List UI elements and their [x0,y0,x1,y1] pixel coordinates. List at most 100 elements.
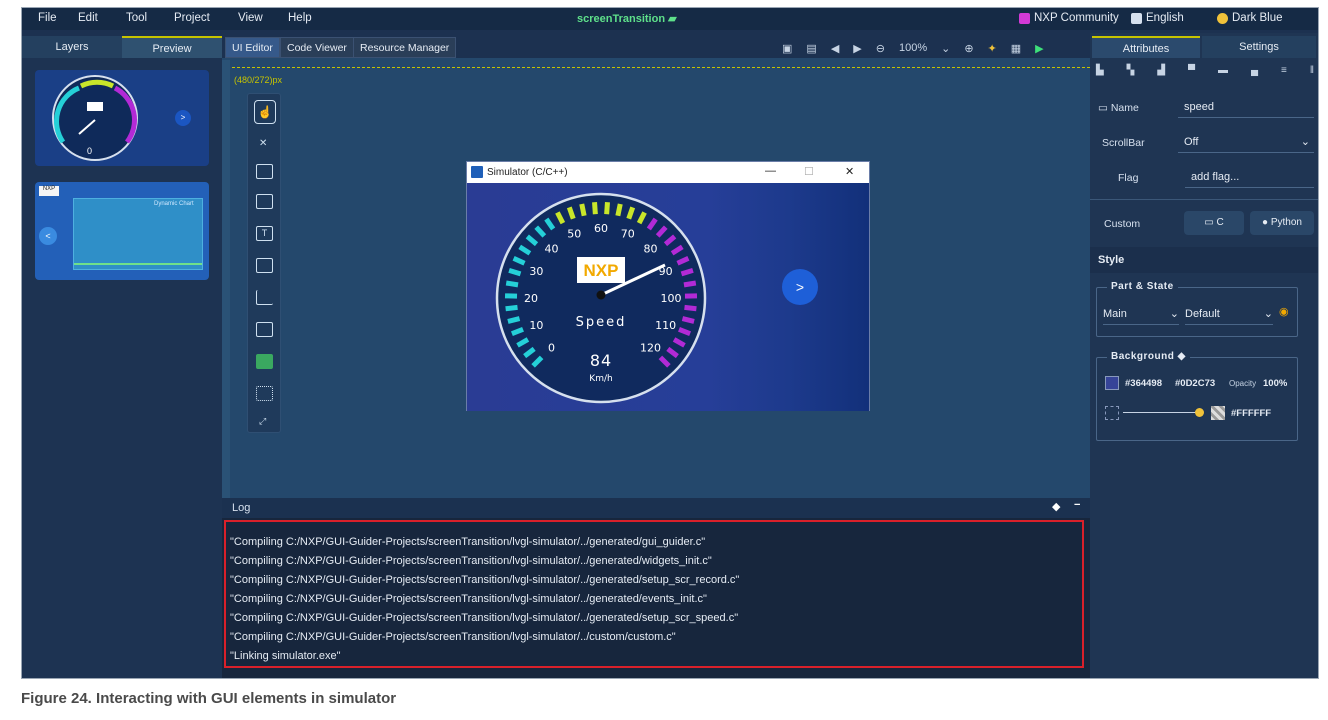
log-header: Log ◆ − [222,498,1090,518]
expand-icon[interactable]: ⤢ [259,416,266,427]
python-icon: ● [1262,217,1269,228]
gauge-segment [680,267,694,277]
gauge-segment [681,316,695,324]
align-center-icon[interactable]: ▚ [1127,65,1135,79]
eraser-icon[interactable]: ◆ [1052,500,1060,513]
minimize-button[interactable]: — [765,165,776,177]
custom-label: Custom [1104,218,1141,230]
generate-code-icon[interactable]: ▦ [1011,42,1021,55]
tab-layers[interactable]: Layers [22,36,122,58]
tab-attributes[interactable]: Attributes [1092,36,1200,58]
custom-python-button[interactable]: ● Python [1250,211,1314,235]
select-hand-icon[interactable]: ☝ [254,100,276,124]
simulator-window: Simulator (C/C++) — ☐ ✕ 0 10 20 30 40 50 60 70 8… [466,161,870,411]
align-top-icon[interactable]: ▀ [1188,65,1195,79]
name-input[interactable]: speed [1178,96,1314,118]
run-icon[interactable]: ▶ [1035,42,1043,55]
gradient-slider-track[interactable] [1123,412,1197,413]
tab-settings[interactable]: Settings [1202,36,1316,58]
simulator-app-icon [471,166,483,178]
eye-icon[interactable]: ◉ [1279,305,1289,318]
gauge-segment [579,203,587,217]
bg-color-swatch[interactable] [1105,376,1119,390]
background-title: Background ◆ [1107,351,1190,362]
zoom-level[interactable]: 100% [899,42,927,54]
line-widget-icon[interactable] [256,354,273,369]
align-middle-icon[interactable]: ▬ [1218,65,1228,79]
gauge-tick-label: 50 [567,227,581,240]
nxp-community-link[interactable]: NXP Community [1019,12,1119,24]
menu-view[interactable]: View [238,12,263,24]
tab-resource-manager[interactable]: Resource Manager [353,37,457,58]
align-right-icon[interactable]: ▟ [1157,65,1165,79]
gauge-tick-label: 60 [594,222,608,235]
language-selector[interactable]: English [1131,12,1184,24]
tab-code-viewer[interactable]: Code Viewer [280,37,354,58]
gauge-segment [615,203,623,217]
scrollbar-label: ScrollBar [1102,137,1145,149]
custom-c-button[interactable]: ▭ C [1184,211,1244,235]
screen-thumbnail-speed[interactable]: 0 > [35,70,209,166]
gradient-end-swatch[interactable] [1211,406,1225,420]
maximize-button[interactable]: ☐ [804,165,814,178]
language-icon [1131,12,1142,24]
button-widget-icon[interactable] [256,164,273,179]
nxp-logo: NXP [584,261,619,280]
gauge-tick-label: 30 [529,265,543,278]
zoom-out-icon[interactable]: ⊖ [876,42,885,55]
chart-widget-icon[interactable] [256,290,273,305]
menu-project[interactable]: Project [174,12,210,24]
gradient-slider-handle[interactable] [1195,408,1204,417]
gauge-segment [505,304,518,312]
distribute-h-icon[interactable]: ‖ [1310,65,1314,79]
theme-selector[interactable]: Dark Blue [1217,12,1283,24]
imgbtn-widget-icon[interactable] [256,194,273,209]
simulator-screen[interactable]: 0 10 20 30 40 50 60 70 80 90 100 110 120 NXP Speed 8… [467,183,869,411]
distribute-v-icon[interactable]: ≡ [1281,65,1287,79]
menu-file[interactable]: File [38,12,57,24]
qrcode-widget-icon[interactable] [256,386,273,401]
chevron-down-icon[interactable]: ⌄ [941,42,950,55]
redo-icon[interactable]: ▶ [853,42,861,55]
clean-icon[interactable]: ✦ [988,42,997,55]
bring-front-icon[interactable]: ▣ [782,42,792,55]
menu-help[interactable]: Help [288,12,312,24]
gauge-segment [507,316,521,324]
tab-ui-editor[interactable]: UI Editor [225,37,280,58]
menu-edit[interactable]: Edit [78,12,98,24]
next-screen-button[interactable]: > [782,269,818,305]
state-select[interactable]: Default ⌄ [1185,303,1273,325]
textarea-widget-icon[interactable] [256,258,273,273]
background-section: Background ◆ #364498 #0D2C73 Opacity 100… [1096,351,1298,441]
bg-color2: #0D2C73 [1175,378,1216,389]
collapse-icon[interactable]: ✕ [259,138,267,149]
menu-tool[interactable]: Tool [126,12,147,24]
nxp-logo-thumb: NXP [39,186,59,196]
part-select[interactable]: Main ⌄ [1103,303,1179,325]
attributes-panel: Attributes Settings ▙ ▚ ▟ ▀ ▬ ▄ ≡ ‖ ▭ Na… [1090,33,1318,678]
label-widget-icon[interactable]: T [256,226,273,241]
widget-toolbox: ☝ ✕ T ⤢ [247,93,281,433]
simulator-title: Simulator (C/C++) [487,167,568,178]
close-button[interactable]: ✕ [845,165,854,178]
screen-thumbnail-record[interactable]: NXP Dynamic Chart < [35,182,209,280]
tab-preview[interactable]: Preview [122,36,222,58]
image-widget-icon[interactable] [256,322,273,337]
zoom-in-icon[interactable]: ⊕ [964,42,973,55]
gauge-tick-label: 120 [640,341,661,354]
send-back-icon[interactable]: ▤ [806,42,816,55]
speed-gauge[interactable]: 01020304050 60 708090100110120 NXP Speed 8… [495,183,725,411]
align-left-icon[interactable]: ▙ [1096,65,1104,79]
gauge-thumbnail [52,75,138,161]
gauge-segment [592,202,598,215]
gradient-start-swatch[interactable] [1105,406,1119,420]
scrollbar-select[interactable]: Off ⌄ [1178,131,1314,153]
undo-icon[interactable]: ◀ [831,42,839,55]
chevron-down-icon: ⌄ [1300,136,1310,148]
bg-color1: #364498 [1125,378,1162,389]
scrollbar-value: Off [1184,136,1199,148]
gauge-segment [508,267,522,277]
align-bottom-icon[interactable]: ▄ [1251,65,1258,79]
collapse-log-icon[interactable]: − [1074,499,1080,511]
flag-input[interactable]: add flag... [1185,166,1314,188]
